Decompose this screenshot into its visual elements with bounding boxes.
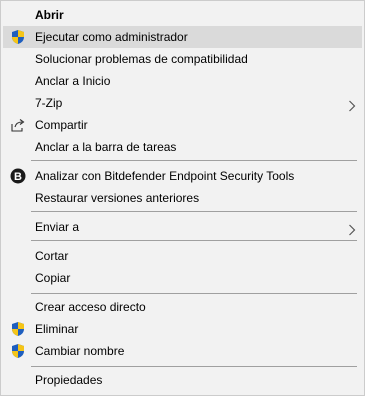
menu-item-cortar[interactable]: Cortar xyxy=(3,245,362,267)
context-menu: Abrir Ejecutar como administrador Soluci… xyxy=(0,0,365,396)
uac-shield-icon xyxy=(10,343,26,359)
svg-text:B: B xyxy=(14,171,22,183)
menu-item-crear-acceso-directo[interactable]: Crear acceso directo xyxy=(3,296,362,318)
menu-item-7zip[interactable]: 7-Zip xyxy=(3,92,362,114)
menu-item-label: Anclar a Inicio xyxy=(35,74,111,88)
menu-separator xyxy=(31,240,357,241)
menu-item-label: Compartir xyxy=(35,118,88,132)
menu-item-label: Anclar a la barra de tareas xyxy=(35,140,177,154)
menu-separator xyxy=(31,293,357,294)
uac-shield-icon xyxy=(10,29,26,45)
menu-separator xyxy=(31,211,357,212)
menu-item-label: Abrir xyxy=(35,8,64,22)
menu-item-label: Solucionar problemas de compatibilidad xyxy=(35,52,248,66)
menu-separator xyxy=(31,160,357,161)
menu-item-label: Crear acceso directo xyxy=(35,300,146,314)
menu-item-label: Restaurar versiones anteriores xyxy=(35,191,200,205)
submenu-arrow-icon xyxy=(348,97,356,112)
menu-item-cambiar-nombre[interactable]: Cambiar nombre xyxy=(3,340,362,362)
menu-item-label: Analizar con Bitdefender Endpoint Securi… xyxy=(35,169,295,183)
menu-item-enviar-a[interactable]: Enviar a xyxy=(3,216,362,238)
menu-item-label: Copiar xyxy=(35,271,71,285)
menu-separator xyxy=(31,366,357,367)
menu-item-label: Ejecutar como administrador xyxy=(35,30,188,44)
submenu-arrow-icon xyxy=(348,221,356,236)
share-icon xyxy=(10,117,26,133)
menu-item-label: Cortar xyxy=(35,249,69,263)
menu-item-label: Enviar a xyxy=(35,220,80,234)
menu-item-label: Propiedades xyxy=(35,373,103,387)
menu-item-restaurar-versiones[interactable]: Restaurar versiones anteriores xyxy=(3,187,362,209)
menu-item-anclar-barra-tareas[interactable]: Anclar a la barra de tareas xyxy=(3,136,362,158)
menu-item-label: 7-Zip xyxy=(35,96,63,110)
menu-item-abrir[interactable]: Abrir xyxy=(3,4,362,26)
menu-item-solucionar-problemas[interactable]: Solucionar problemas de compatibilidad xyxy=(3,48,362,70)
uac-shield-icon xyxy=(10,321,26,337)
menu-item-label: Cambiar nombre xyxy=(35,344,125,358)
bitdefender-icon: B xyxy=(10,168,26,184)
menu-item-copiar[interactable]: Copiar xyxy=(3,267,362,289)
menu-item-label: Eliminar xyxy=(35,322,79,336)
menu-item-ejecutar-como-administrador[interactable]: Ejecutar como administrador xyxy=(3,26,362,48)
menu-item-propiedades[interactable]: Propiedades xyxy=(3,369,362,391)
menu-item-compartir[interactable]: Compartir xyxy=(3,114,362,136)
menu-item-eliminar[interactable]: Eliminar xyxy=(3,318,362,340)
menu-item-anclar-a-inicio[interactable]: Anclar a Inicio xyxy=(3,70,362,92)
menu-item-analizar-bitdefender[interactable]: B Analizar con Bitdefender Endpoint Secu… xyxy=(3,165,362,187)
